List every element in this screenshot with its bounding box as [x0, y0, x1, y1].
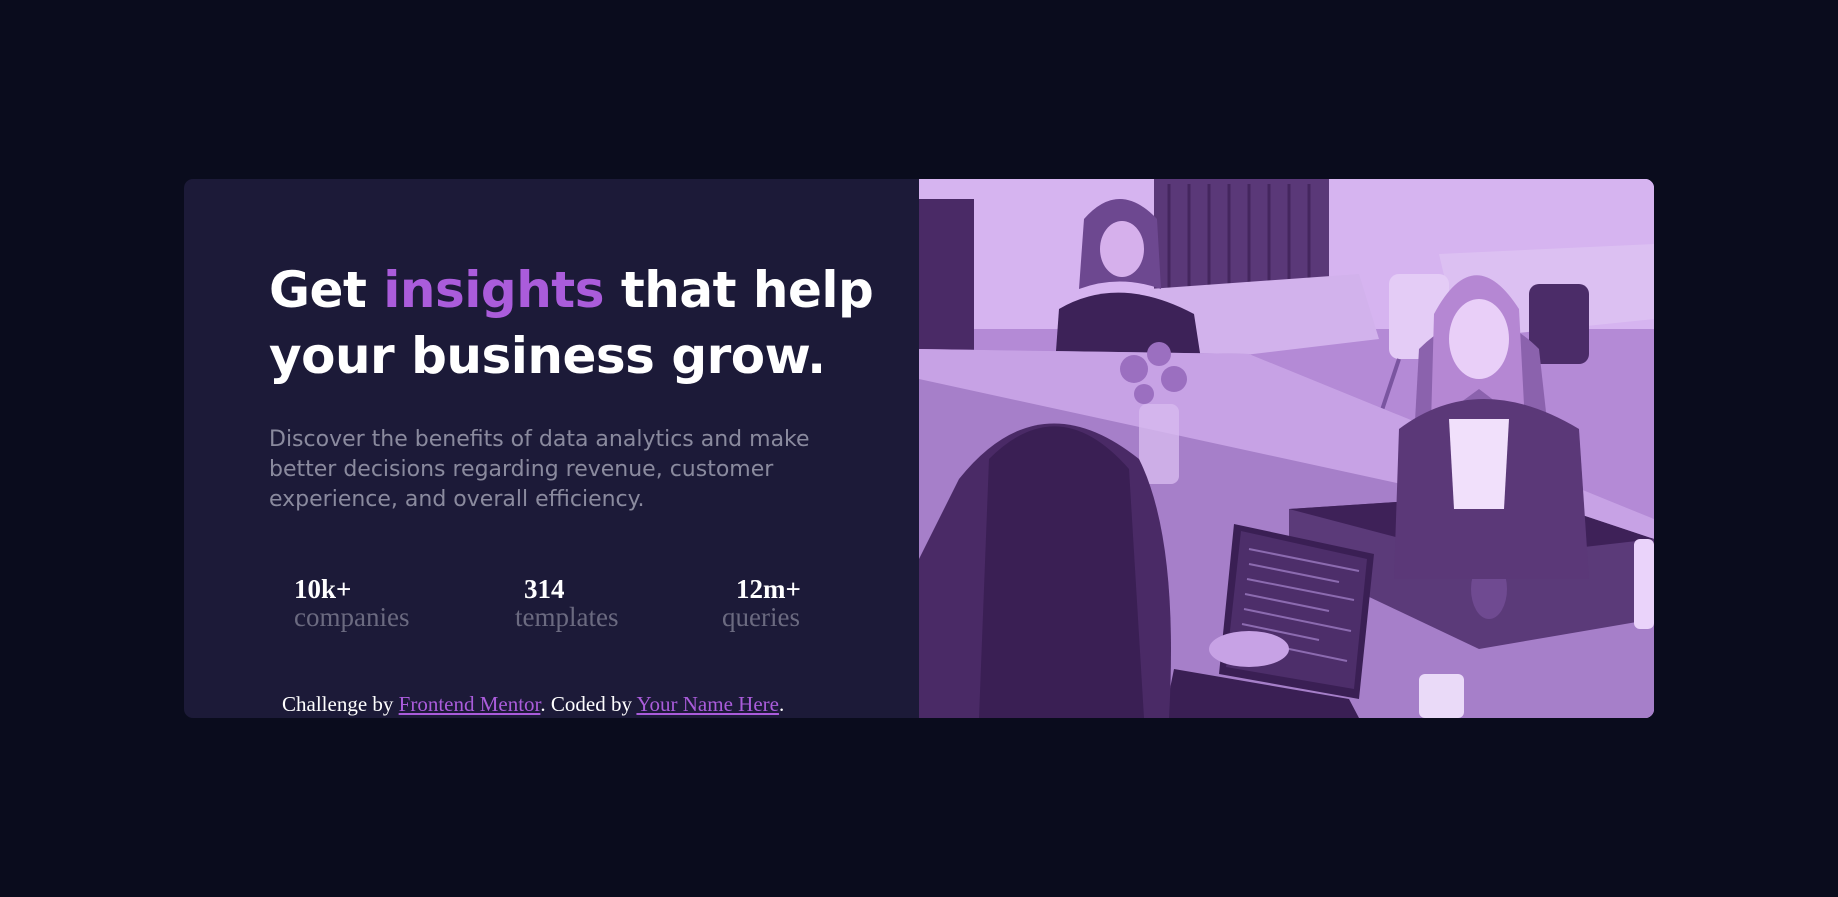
- attribution-middle: . Coded by: [540, 692, 637, 716]
- description: Discover the benefits of data analytics …: [269, 427, 810, 512]
- headline: Get insights that help your business gro…: [269, 257, 889, 389]
- stat-value: 314: [524, 574, 565, 604]
- stat-templates: 314 templates: [515, 575, 618, 631]
- stat-queries: 12m+ queries: [722, 575, 801, 631]
- stat-label: templates: [515, 602, 619, 632]
- headline-text: Get: [269, 261, 384, 319]
- stat-value: 10k+: [294, 574, 352, 604]
- stat-value: 12m+: [736, 574, 801, 604]
- stat-companies: 10k+ companies: [294, 575, 409, 631]
- frontend-mentor-link[interactable]: Frontend Mentor: [399, 692, 541, 716]
- headline-accent: insights: [383, 261, 604, 319]
- office-photo: [919, 179, 1654, 718]
- stat-label: companies: [294, 602, 410, 632]
- attribution-prefix: Challenge by: [282, 692, 399, 716]
- stats-preview-card: Get insights that help your business gro…: [184, 179, 1654, 718]
- author-link[interactable]: Your Name Here: [636, 692, 779, 716]
- card-text-panel: Get insights that help your business gro…: [184, 179, 919, 718]
- attribution-suffix: .: [778, 692, 785, 716]
- office-photo-illustration: [919, 179, 1654, 718]
- attribution: Challenge by Frontend Mentor. Coded by Y…: [282, 692, 784, 716]
- stat-label: queries: [722, 602, 800, 632]
